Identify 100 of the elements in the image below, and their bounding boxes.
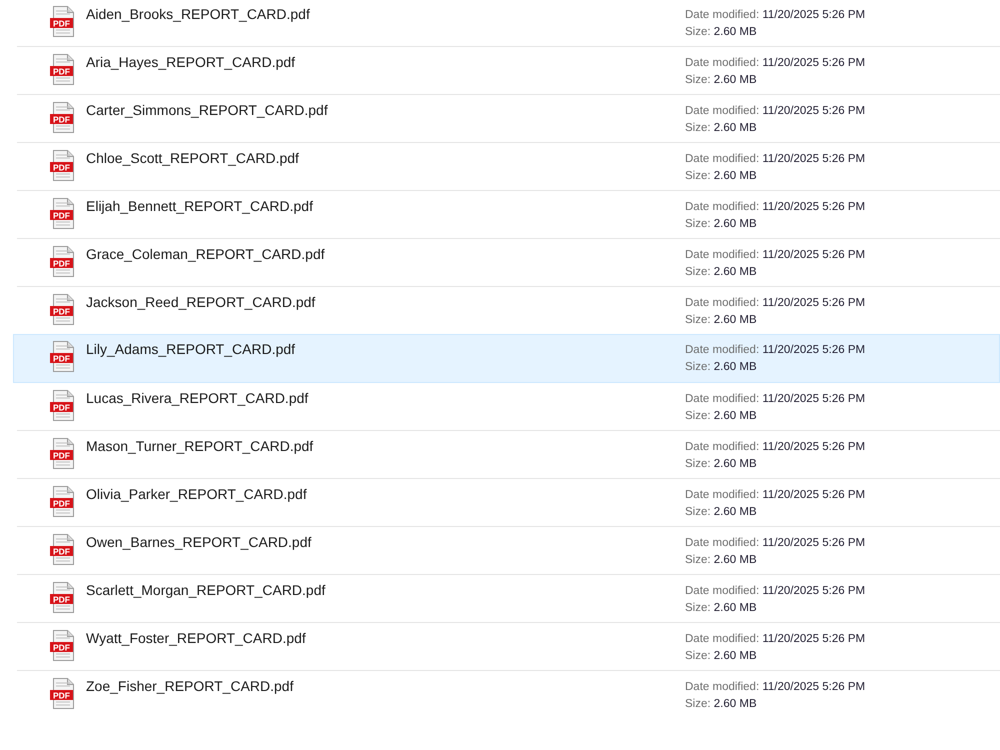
date-value: 11/20/2025 5:26 PM xyxy=(762,393,866,405)
file-row[interactable]: PDF Mason_Turner_REPORT_CARD.pdf Date modified: 11/20/2025 5:26 PM Size: 2.60 MB xyxy=(17,431,1000,479)
size-label: Size: xyxy=(685,554,711,566)
date-label: Date modified: xyxy=(685,489,760,501)
date-label: Date modified: xyxy=(685,441,760,453)
date-label: Date modified: xyxy=(685,585,760,597)
file-row[interactable]: PDF Elijah_Bennett_REPORT_CARD.pdf Date modified: 11/20/2025 5:26 PM Size: 2.60 MB xyxy=(17,191,1000,239)
file-row[interactable]: PDF Scarlett_Morgan_REPORT_CARD.pdf Date modified: 11/20/2025 5:26 PM Size: 2.60 MB xyxy=(17,575,1000,623)
file-name: Aiden_Brooks_REPORT_CARD.pdf xyxy=(86,5,311,23)
date-value: 11/20/2025 5:26 PM xyxy=(762,9,866,21)
size-label: Size: xyxy=(685,122,711,134)
size-label: Size: xyxy=(685,74,711,86)
file-name: Owen_Barnes_REPORT_CARD.pdf xyxy=(86,533,312,551)
file-name: Lily_Adams_REPORT_CARD.pdf xyxy=(86,340,296,358)
date-value: 11/20/2025 5:26 PM xyxy=(762,441,866,453)
size-value: 2.60 MB xyxy=(714,361,757,373)
pdf-file-icon: PDF xyxy=(50,198,76,229)
date-label: Date modified: xyxy=(685,537,760,549)
file-name: Wyatt_Foster_REPORT_CARD.pdf xyxy=(86,629,307,647)
pdf-file-icon: PDF xyxy=(50,246,76,277)
file-name: Jackson_Reed_REPORT_CARD.pdf xyxy=(86,293,316,311)
file-name: Grace_Coleman_REPORT_CARD.pdf xyxy=(86,245,326,263)
size-value: 2.60 MB xyxy=(714,170,757,182)
date-label: Date modified: xyxy=(685,681,760,693)
size-value: 2.60 MB xyxy=(714,458,757,470)
date-label: Date modified: xyxy=(685,297,760,309)
size-value: 2.60 MB xyxy=(714,410,757,422)
file-name: Lucas_Rivera_REPORT_CARD.pdf xyxy=(86,389,310,407)
date-value: 11/20/2025 5:26 PM xyxy=(762,297,866,309)
size-label: Size: xyxy=(685,266,711,278)
size-label: Size: xyxy=(685,458,711,470)
file-name: Mason_Turner_REPORT_CARD.pdf xyxy=(86,437,314,455)
date-value: 11/20/2025 5:26 PM xyxy=(762,201,866,213)
date-label: Date modified: xyxy=(685,9,760,21)
size-value: 2.60 MB xyxy=(714,26,757,38)
date-label: Date modified: xyxy=(685,393,760,405)
date-value: 11/20/2025 5:26 PM xyxy=(762,57,866,69)
size-value: 2.60 MB xyxy=(714,74,757,86)
size-value: 2.60 MB xyxy=(714,122,757,134)
date-value: 11/20/2025 5:26 PM xyxy=(762,633,866,645)
size-label: Size: xyxy=(685,410,711,422)
file-name: Olivia_Parker_REPORT_CARD.pdf xyxy=(86,485,308,503)
pdf-file-icon: PDF xyxy=(50,486,76,517)
pdf-file-icon: PDF xyxy=(50,54,76,85)
pdf-file-icon: PDF xyxy=(50,678,76,709)
date-label: Date modified: xyxy=(685,344,760,356)
pdf-file-icon: PDF xyxy=(50,582,76,613)
file-row[interactable]: PDF Aria_Hayes_REPORT_CARD.pdf Date modified: 11/20/2025 5:26 PM Size: 2.60 MB xyxy=(17,47,1000,95)
pdf-file-icon: PDF xyxy=(50,438,76,469)
file-row[interactable]: PDF Lily_Adams_REPORT_CARD.pdf Date modified: 11/20/2025 5:26 PM Size: 2.60 MB xyxy=(13,334,1000,383)
size-value: 2.60 MB xyxy=(714,554,757,566)
pdf-file-icon: PDF xyxy=(50,390,76,421)
pdf-file-icon: PDF xyxy=(50,102,76,133)
file-name: Aria_Hayes_REPORT_CARD.pdf xyxy=(86,53,296,71)
file-row[interactable]: PDF Olivia_Parker_REPORT_CARD.pdf Date modified: 11/20/2025 5:26 PM Size: 2.60 MB xyxy=(17,479,1000,527)
file-row[interactable]: PDF Aiden_Brooks_REPORT_CARD.pdf Date modified: 11/20/2025 5:26 PM Size: 2.60 MB xyxy=(17,0,1000,47)
size-label: Size: xyxy=(685,170,711,182)
date-label: Date modified: xyxy=(685,57,760,69)
size-label: Size: xyxy=(685,506,711,518)
file-row[interactable]: PDF Owen_Barnes_REPORT_CARD.pdf Date modified: 11/20/2025 5:26 PM Size: 2.60 MB xyxy=(17,527,1000,575)
size-value: 2.60 MB xyxy=(714,506,757,518)
file-row[interactable]: PDF Grace_Coleman_REPORT_CARD.pdf Date modified: 11/20/2025 5:26 PM Size: 2.60 MB xyxy=(17,239,1000,287)
file-row[interactable]: PDF Zoe_Fisher_REPORT_CARD.pdf Date modified: 11/20/2025 5:26 PM Size: 2.60 MB xyxy=(17,671,1000,719)
size-value: 2.60 MB xyxy=(714,602,757,614)
date-value: 11/20/2025 5:26 PM xyxy=(762,585,866,597)
date-value: 11/20/2025 5:26 PM xyxy=(762,105,866,117)
size-value: 2.60 MB xyxy=(714,650,757,662)
file-name: Elijah_Bennett_REPORT_CARD.pdf xyxy=(86,197,314,215)
size-label: Size: xyxy=(685,218,711,230)
file-name: Carter_Simmons_REPORT_CARD.pdf xyxy=(86,101,329,119)
size-label: Size: xyxy=(685,698,711,710)
pdf-file-icon: PDF xyxy=(50,294,76,325)
date-value: 11/20/2025 5:26 PM xyxy=(762,344,866,356)
date-value: 11/20/2025 5:26 PM xyxy=(762,489,866,501)
size-value: 2.60 MB xyxy=(714,266,757,278)
file-name: Chloe_Scott_REPORT_CARD.pdf xyxy=(86,149,300,167)
date-value: 11/20/2025 5:26 PM xyxy=(762,681,866,693)
size-label: Size: xyxy=(685,26,711,38)
date-label: Date modified: xyxy=(685,105,760,117)
date-value: 11/20/2025 5:26 PM xyxy=(762,153,866,165)
pdf-file-icon: PDF xyxy=(50,630,76,661)
file-row[interactable]: PDF Lucas_Rivera_REPORT_CARD.pdf Date modified: 11/20/2025 5:26 PM Size: 2.60 MB xyxy=(17,383,1000,431)
date-value: 11/20/2025 5:26 PM xyxy=(762,537,866,549)
file-name: Zoe_Fisher_REPORT_CARD.pdf xyxy=(86,677,294,695)
size-value: 2.60 MB xyxy=(714,218,757,230)
file-row[interactable]: PDF Chloe_Scott_REPORT_CARD.pdf Date modified: 11/20/2025 5:26 PM Size: 2.60 MB xyxy=(17,143,1000,191)
date-label: Date modified: xyxy=(685,249,760,261)
date-label: Date modified: xyxy=(685,633,760,645)
pdf-file-icon: PDF xyxy=(50,6,76,37)
file-row[interactable]: PDF Wyatt_Foster_REPORT_CARD.pdf Date modified: 11/20/2025 5:26 PM Size: 2.60 MB xyxy=(17,623,1000,671)
pdf-file-icon: PDF xyxy=(50,341,76,372)
file-row[interactable]: PDF Carter_Simmons_REPORT_CARD.pdf Date modified: 11/20/2025 5:26 PM Size: 2.60 MB xyxy=(17,95,1000,143)
date-label: Date modified: xyxy=(685,201,760,213)
file-name: Scarlett_Morgan_REPORT_CARD.pdf xyxy=(86,581,326,599)
size-label: Size: xyxy=(685,314,711,326)
size-label: Size: xyxy=(685,602,711,614)
size-value: 2.60 MB xyxy=(714,698,757,710)
size-label: Size: xyxy=(685,650,711,662)
date-value: 11/20/2025 5:26 PM xyxy=(762,249,866,261)
pdf-file-icon: PDF xyxy=(50,150,76,181)
